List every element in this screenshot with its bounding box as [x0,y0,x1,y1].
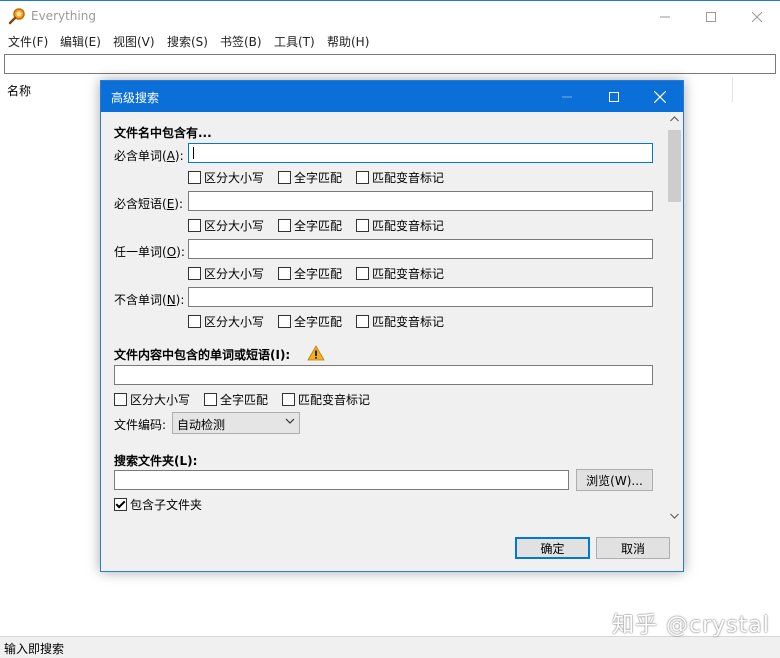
exclude-words-case-checkbox[interactable]: 区分大小写 [188,313,264,329]
maximize-icon [706,11,716,22]
watermark: 知乎 @crystal [612,613,770,638]
encoding-label: 文件编码: [114,418,167,432]
main-search-input[interactable] [4,54,776,74]
column-header-name[interactable]: 名称 [7,82,31,99]
chevron-up-icon[interactable] [670,116,679,122]
include-subfolders-checkbox[interactable]: 包含子文件夹 [114,496,202,512]
must-words-whole-checkbox[interactable]: 全字匹配 [278,169,342,185]
warning-icon [307,345,325,361]
must-words-input[interactable] [188,143,653,163]
must-phrase-case-checkbox[interactable]: 区分大小写 [188,217,264,233]
cancel-button[interactable]: 取消 [596,537,670,559]
any-words-whole-checkbox[interactable]: 全字匹配 [278,265,342,281]
content-diacritics-checkbox[interactable]: 匹配变音标记 [282,391,370,407]
menubar: 文件(F) 编辑(E) 视图(V) 搜索(S) 书签(B) 工具(T) 帮助(H… [0,31,780,51]
must-words-case-checkbox[interactable]: 区分大小写 [188,169,264,185]
dialog-titlebar[interactable]: 高级搜索 [101,81,683,112]
content-case-checkbox[interactable]: 区分大小写 [114,391,190,407]
must-words-label: 必含单词(A): [114,149,184,163]
content-input[interactable] [114,365,653,385]
any-words-label: 任一单词(O): [114,245,185,259]
must-phrase-whole-checkbox[interactable]: 全字匹配 [278,217,342,233]
statusbar: 输入即搜索 [0,636,780,658]
encoding-select[interactable]: 自动检测 [172,412,300,434]
dialog-scrollbar[interactable] [666,112,683,526]
column-divider[interactable] [732,78,733,102]
maximize-icon [609,91,619,102]
menu-search[interactable]: 搜索(S) [167,33,208,50]
folder-input[interactable] [114,470,569,490]
minimize-icon [562,96,572,97]
any-words-case-checkbox[interactable]: 区分大小写 [188,265,264,281]
minimize-icon [660,16,670,17]
menu-view[interactable]: 视图(V) [113,33,155,50]
ok-button[interactable]: 确定 [515,537,590,559]
advanced-search-dialog: 高级搜索 文件名中包含有... 必含单词(A): 区分大小写 全字匹配 匹配变音… [100,80,684,572]
any-words-diacritics-checkbox[interactable]: 匹配变音标记 [356,265,444,281]
exclude-words-whole-checkbox[interactable]: 全字匹配 [278,313,342,329]
dialog-content: 文件名中包含有... 必含单词(A): 区分大小写 全字匹配 匹配变音标记 必含… [101,112,683,571]
chevron-down-icon[interactable] [670,513,679,519]
close-icon [752,11,762,22]
must-phrase-input[interactable] [188,191,653,211]
close-button[interactable] [734,1,780,32]
must-phrase-diacritics-checkbox[interactable]: 匹配变音标记 [356,217,444,233]
minimize-button[interactable] [642,1,688,32]
browse-button[interactable]: 浏览(W)... [576,469,653,491]
menu-edit[interactable]: 编辑(E) [60,33,101,50]
menu-tools[interactable]: 工具(T) [274,33,315,50]
content-section-title: 文件内容中包含的单词或短语(I): [114,348,291,362]
exclude-words-input[interactable] [188,287,653,307]
folder-section-title: 搜索文件夹(L): [114,454,198,468]
exclude-words-diacritics-checkbox[interactable]: 匹配变音标记 [356,313,444,329]
window-title: Everything [31,9,96,23]
must-phrase-label: 必含短语(E): [114,197,184,211]
encoding-selected-value: 自动检测 [177,418,226,432]
maximize-button[interactable] [688,1,734,32]
must-words-diacritics-checkbox[interactable]: 匹配变音标记 [356,169,444,185]
menu-file[interactable]: 文件(F) [8,33,48,50]
close-icon [654,90,666,103]
filename-section-title: 文件名中包含有... [114,126,212,140]
status-text: 输入即搜索 [4,642,65,656]
dialog-close-button[interactable] [637,81,683,112]
chevron-down-icon [285,418,295,424]
scrollbar-thumb[interactable] [668,130,681,202]
menu-bookmarks[interactable]: 书签(B) [220,33,262,50]
dialog-maximize-button[interactable] [591,81,637,112]
main-titlebar: Everything [0,0,780,32]
dialog-minimize-button[interactable] [544,81,590,112]
menu-help[interactable]: 帮助(H) [327,33,369,50]
content-whole-checkbox[interactable]: 全字匹配 [204,391,268,407]
any-words-input[interactable] [188,239,653,259]
dialog-title: 高级搜索 [111,91,160,105]
exclude-words-label: 不含单词(N): [114,293,185,307]
search-icon [8,8,25,25]
